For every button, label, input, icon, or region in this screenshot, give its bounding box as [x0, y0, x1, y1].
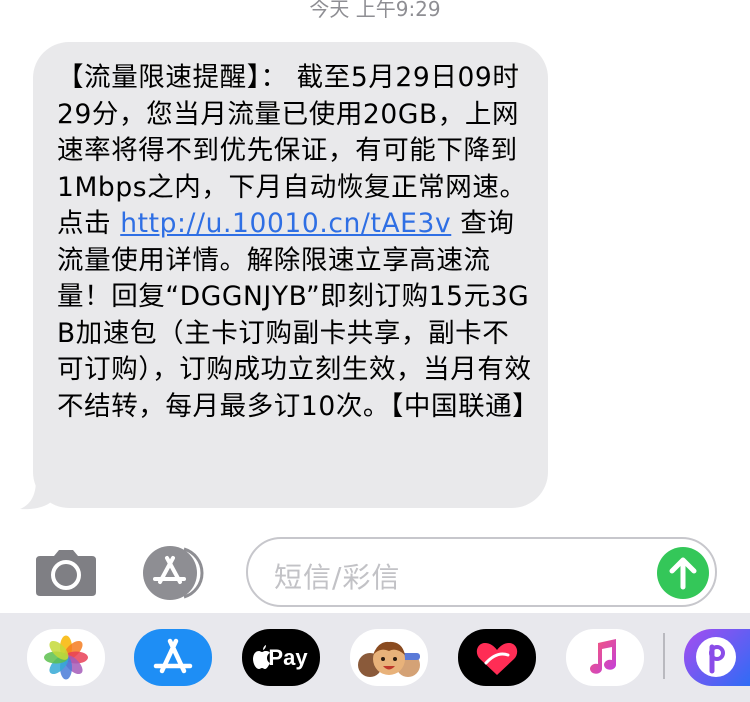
drawer-divider: [663, 633, 665, 679]
picsart-icon: [696, 637, 736, 677]
apple-pay-label: Pay: [268, 645, 308, 670]
message-bubble[interactable]: 【流量限速提醒】： 截至5月29日09时29分，您当月流量已使用20GB，上网速…: [33, 42, 548, 508]
send-button[interactable]: [657, 547, 709, 599]
app-store-drawer-icon: [143, 546, 204, 600]
timestamp: 今天 上午9:29: [309, 0, 441, 21]
message-text: 【流量限速提醒】： 截至5月29日09时29分，您当月流量已使用20GB，上网速…: [57, 60, 539, 425]
message-link[interactable]: http://u.10010.cn/tAE3v: [120, 208, 451, 239]
app-store-button[interactable]: [140, 546, 212, 600]
memoji-icon: [358, 641, 420, 677]
music-icon: [590, 639, 616, 674]
app-store-app-button[interactable]: [134, 629, 212, 686]
music-app-button[interactable]: [566, 629, 644, 686]
message-text-after-link: 查询流量使用详情。解除限速立享高速流量！回复“DGGNJYB”即刻订购15元3G…: [57, 208, 540, 422]
arrow-up-icon: [669, 557, 697, 590]
photos-app-button[interactable]: [27, 629, 105, 686]
camera-button[interactable]: [34, 548, 98, 596]
digital-touch-app-button[interactable]: [458, 629, 536, 686]
camera-icon: [36, 550, 96, 596]
picsart-app-button[interactable]: [684, 629, 750, 686]
bubble-tail: [20, 480, 54, 510]
apple-pay-app-button[interactable]: Pay: [242, 629, 320, 686]
digital-touch-icon: [476, 643, 518, 675]
photos-icon: [44, 635, 88, 680]
message-input-placeholder: 短信/彩信: [274, 561, 401, 594]
app-drawer: Pay: [0, 613, 750, 702]
message-input[interactable]: 短信/彩信: [246, 537, 717, 607]
app-store-icon: [153, 638, 193, 674]
memoji-app-button[interactable]: [350, 629, 428, 686]
